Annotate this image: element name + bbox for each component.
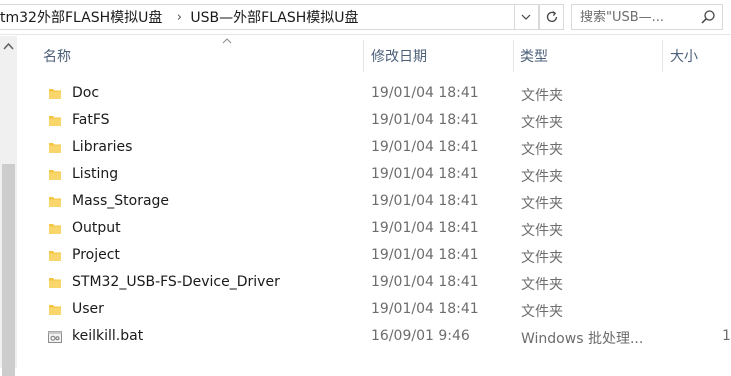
file-name[interactable]: Libraries xyxy=(72,139,132,155)
file-type: 文件夹 xyxy=(521,169,563,185)
column-header-date-modified[interactable]: 修改日期 xyxy=(371,36,511,76)
folder-icon xyxy=(49,116,61,126)
column-header-row: 名称 修改日期 类型 大小 xyxy=(17,36,731,76)
folder-icon xyxy=(49,278,61,288)
address-history-dropdown-button[interactable] xyxy=(514,4,539,30)
folder-icon xyxy=(49,170,61,180)
file-name[interactable]: Output xyxy=(72,220,121,236)
file-date-modified: 16/09/01 9:46 xyxy=(371,328,470,344)
file-type: 文件夹 xyxy=(521,223,563,239)
file-date-modified: 19/01/04 18:41 xyxy=(371,274,479,290)
chevron-down-icon xyxy=(521,14,531,20)
file-type: 文件夹 xyxy=(521,142,563,158)
breadcrumb-item-current[interactable]: USB—外部FLASH模拟U盘 xyxy=(190,7,364,27)
file-name[interactable]: User xyxy=(72,301,104,317)
file-type: Windows 批处理... xyxy=(521,331,644,347)
list-item[interactable]: Mass_Storage 19/01/04 18:41 文件夹 xyxy=(17,189,731,216)
column-header-size[interactable]: 大小 xyxy=(670,36,731,76)
address-bar: tm32外部FLASH模拟U盘 › USB—外部FLASH模拟U盘 xyxy=(0,0,731,35)
column-divider[interactable] xyxy=(662,40,663,72)
file-date-modified: 19/01/04 18:41 xyxy=(371,139,479,155)
file-type: 文件夹 xyxy=(521,304,563,320)
file-date-modified: 19/01/04 18:41 xyxy=(371,85,479,101)
vertical-scrollbar[interactable] xyxy=(0,36,17,376)
list-item[interactable]: STM32_USB-FS-Device_Driver 19/01/04 18:4… xyxy=(17,270,731,297)
folder-icon xyxy=(49,251,61,261)
file-date-modified: 19/01/04 18:41 xyxy=(371,112,479,128)
batch-file-icon xyxy=(48,331,62,343)
file-date-modified: 19/01/04 18:41 xyxy=(371,166,479,182)
list-item[interactable]: keilkill.bat 16/09/01 9:46 Windows 批处理..… xyxy=(17,324,731,351)
search-icon[interactable] xyxy=(700,9,716,25)
file-name[interactable]: Doc xyxy=(72,85,99,101)
folder-icon xyxy=(49,197,61,207)
column-header-name[interactable]: 名称 xyxy=(43,36,363,76)
file-date-modified: 19/01/04 18:41 xyxy=(371,193,479,209)
file-list: Doc 19/01/04 18:41 文件夹 FatFS 19/01/04 18… xyxy=(17,81,731,351)
file-date-modified: 19/01/04 18:41 xyxy=(371,301,479,317)
column-divider[interactable] xyxy=(513,40,514,72)
scrollbar-thumb[interactable] xyxy=(2,164,15,376)
folder-icon xyxy=(49,224,61,234)
file-type: 文件夹 xyxy=(521,250,563,266)
file-name[interactable]: Project xyxy=(72,247,120,263)
breadcrumb-item-parent[interactable]: tm32外部FLASH模拟U盘 xyxy=(0,7,168,27)
file-size: 1 xyxy=(722,328,731,344)
list-item[interactable]: Output 19/01/04 18:41 文件夹 xyxy=(17,216,731,243)
folder-icon xyxy=(49,305,61,315)
folder-icon xyxy=(49,89,61,99)
file-date-modified: 19/01/04 18:41 xyxy=(371,220,479,236)
file-name[interactable]: FatFS xyxy=(72,112,110,128)
list-item[interactable]: Libraries 19/01/04 18:41 文件夹 xyxy=(17,135,731,162)
file-type: 文件夹 xyxy=(521,115,563,131)
search-input[interactable] xyxy=(580,9,700,25)
breadcrumb[interactable]: tm32外部FLASH模拟U盘 › USB—外部FLASH模拟U盘 xyxy=(0,4,515,30)
column-divider[interactable] xyxy=(363,40,364,72)
refresh-icon xyxy=(546,11,557,23)
file-name[interactable]: Mass_Storage xyxy=(72,193,169,209)
folder-icon xyxy=(49,143,61,153)
list-item[interactable]: Listing 19/01/04 18:41 文件夹 xyxy=(17,162,731,189)
chevron-right-icon[interactable]: › xyxy=(172,10,186,25)
file-type: 文件夹 xyxy=(521,88,563,104)
file-name[interactable]: Listing xyxy=(72,166,118,182)
list-item[interactable]: Doc 19/01/04 18:41 文件夹 xyxy=(17,81,731,108)
file-type: 文件夹 xyxy=(521,277,563,293)
search-box[interactable] xyxy=(571,4,723,30)
file-date-modified: 19/01/04 18:41 xyxy=(371,247,479,263)
list-item[interactable]: Project 19/01/04 18:41 文件夹 xyxy=(17,243,731,270)
column-header-type[interactable]: 类型 xyxy=(520,36,660,76)
list-item[interactable]: FatFS 19/01/04 18:41 文件夹 xyxy=(17,108,731,135)
list-item[interactable]: User 19/01/04 18:41 文件夹 xyxy=(17,297,731,324)
scroll-up-arrow-icon[interactable] xyxy=(3,42,14,50)
file-name[interactable]: keilkill.bat xyxy=(72,328,143,344)
file-type: 文件夹 xyxy=(521,196,563,212)
file-name[interactable]: STM32_USB-FS-Device_Driver xyxy=(72,274,280,290)
refresh-button[interactable] xyxy=(539,4,564,30)
